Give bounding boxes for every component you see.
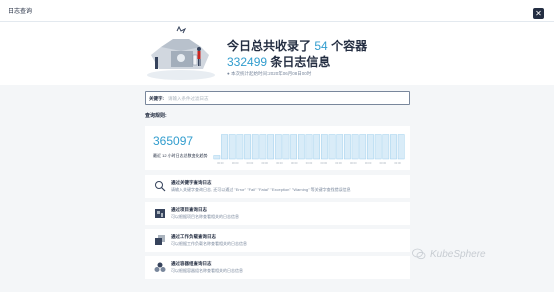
headline-prefix: 今日总共收录了 — [227, 39, 312, 53]
containers-illustration — [147, 25, 215, 80]
item-description: 可以根据容器组名称查看相关的日志信息 — [171, 268, 243, 273]
chart-bar[interactable] — [390, 134, 397, 160]
query-rules-label: 查询规则: — [145, 113, 167, 119]
chart-bar[interactable] — [236, 134, 244, 160]
list-item-keyword[interactable]: 通过关键字查询日志 请输入关键字查询日志, 还可以通过 "Error" "Fai… — [145, 175, 410, 198]
item-title: 通过容器组查询日志 — [171, 261, 212, 266]
chart-bar[interactable] — [328, 134, 336, 160]
x-tick-label: 00:00 — [335, 161, 342, 165]
chart-bar[interactable] — [244, 134, 251, 160]
dialog-title: 日志查询 — [8, 9, 33, 15]
project-icon — [155, 209, 165, 218]
x-tick-label: 00:00 — [261, 161, 268, 165]
chart-bar[interactable] — [344, 134, 351, 160]
chart-bar[interactable] — [367, 134, 374, 160]
x-tick-label: 00:00 — [365, 161, 372, 165]
chart-bar[interactable] — [351, 134, 359, 160]
chart-bar[interactable] — [305, 134, 313, 160]
x-tick-label: 00:00 — [217, 161, 224, 165]
search-placeholder: 请输入条件过滤日志 — [168, 95, 209, 101]
magnifier-icon — [155, 181, 166, 192]
x-tick-label: 00:00 — [306, 161, 313, 165]
chart-bar[interactable] — [382, 134, 390, 160]
list-item-project[interactable]: 通过项目查询日志 可以根据项目名称查看相关的日志信息 — [145, 202, 410, 225]
container-count-headline: 今日总共收录了 54 个容器 — [227, 37, 367, 54]
x-tick-label: 00:00 — [232, 161, 239, 165]
x-tick-label: 00:00 — [321, 161, 328, 165]
chart-bar[interactable] — [228, 134, 236, 160]
chart-bar[interactable] — [290, 134, 297, 160]
x-tick-label: 00:00 — [276, 161, 283, 165]
dialog-titlebar: 日志查询 ✕ — [0, 0, 554, 22]
chart-bar[interactable] — [359, 134, 367, 160]
chart-bar[interactable] — [313, 134, 321, 160]
chart-bar[interactable] — [282, 134, 290, 160]
item-description: 请输入关键字查询日志, 还可以通过 "Error" "Fail" "Fatal"… — [171, 187, 351, 192]
headline-suffix: 个容器 — [331, 39, 368, 53]
search-key-label: 关键字: — [149, 95, 164, 101]
chart-bar[interactable] — [321, 134, 328, 160]
x-tick-label: 00:00 — [291, 161, 298, 165]
close-button[interactable]: ✕ — [533, 8, 544, 19]
list-item-workload[interactable]: 通过工作负载查询日志 可以根据工作负载名称查看相关的日志信息 — [145, 229, 410, 252]
list-item-pod[interactable]: 通过容器组查询日志 可以根据容器组名称查看相关的日志信息 — [145, 256, 410, 279]
pod-icon — [154, 262, 166, 272]
chart-bar[interactable] — [221, 134, 228, 160]
item-title: 通过项目查询日志 — [171, 207, 207, 212]
log-trend-description: 最近 12 小时日志总数变化趋势 — [153, 153, 208, 158]
workload-icon — [155, 235, 165, 245]
item-description: 可以根据工作负载名称查看相关的日志信息 — [171, 241, 247, 246]
search-input[interactable]: 关键字: 请输入条件过滤日志 — [145, 91, 410, 105]
chart-bar[interactable] — [297, 134, 305, 160]
kubesphere-watermark: KubeSphere — [430, 249, 486, 260]
x-tick-label: 00:00 — [247, 161, 254, 165]
item-title: 通过工作负载查询日志 — [171, 234, 216, 239]
container-count: 54 — [314, 39, 328, 53]
log-count: 332499 — [227, 55, 268, 69]
item-title: 通过关键字查询日志 — [171, 180, 212, 185]
chart-bar[interactable] — [267, 134, 274, 160]
x-tick-label: 00:00 — [350, 161, 357, 165]
log-trend-chart[interactable]: 00:00 00:00 00:00 00:00 00:00 00:00 00:00 00:00… — [213, 129, 405, 167]
chart-bar[interactable] — [374, 134, 382, 160]
item-description: 可以根据项目名称查看相关的日志信息 — [171, 214, 239, 219]
wechat-logo-icon — [412, 248, 426, 260]
x-tick-label: 00:00 — [394, 161, 401, 165]
x-tick-label: 00:00 — [380, 161, 387, 165]
summary-hero: 今日总共收录了 54 个容器 332499 条日志信息 ● 本次统计起始时间:2… — [0, 23, 554, 85]
chart-bar[interactable] — [397, 134, 405, 160]
log-trend-card: 365097 最近 12 小时日志总数变化趋势 00:00 00:00 00:00 0… — [145, 126, 410, 170]
chart-bar[interactable] — [213, 155, 221, 160]
chart-bar[interactable] — [274, 134, 282, 160]
stat-start-time: ● 本次统计起始时间:2020年06月08日00时 — [227, 71, 312, 76]
log-count-headline: 332499 条日志信息 — [227, 53, 330, 70]
chart-bar[interactable] — [259, 134, 267, 160]
chart-bar[interactable] — [336, 134, 344, 160]
log-total: 365097 — [153, 134, 194, 148]
close-icon: ✕ — [535, 9, 542, 18]
log-count-suffix: 条日志信息 — [270, 55, 331, 69]
chart-bar[interactable] — [251, 134, 259, 160]
